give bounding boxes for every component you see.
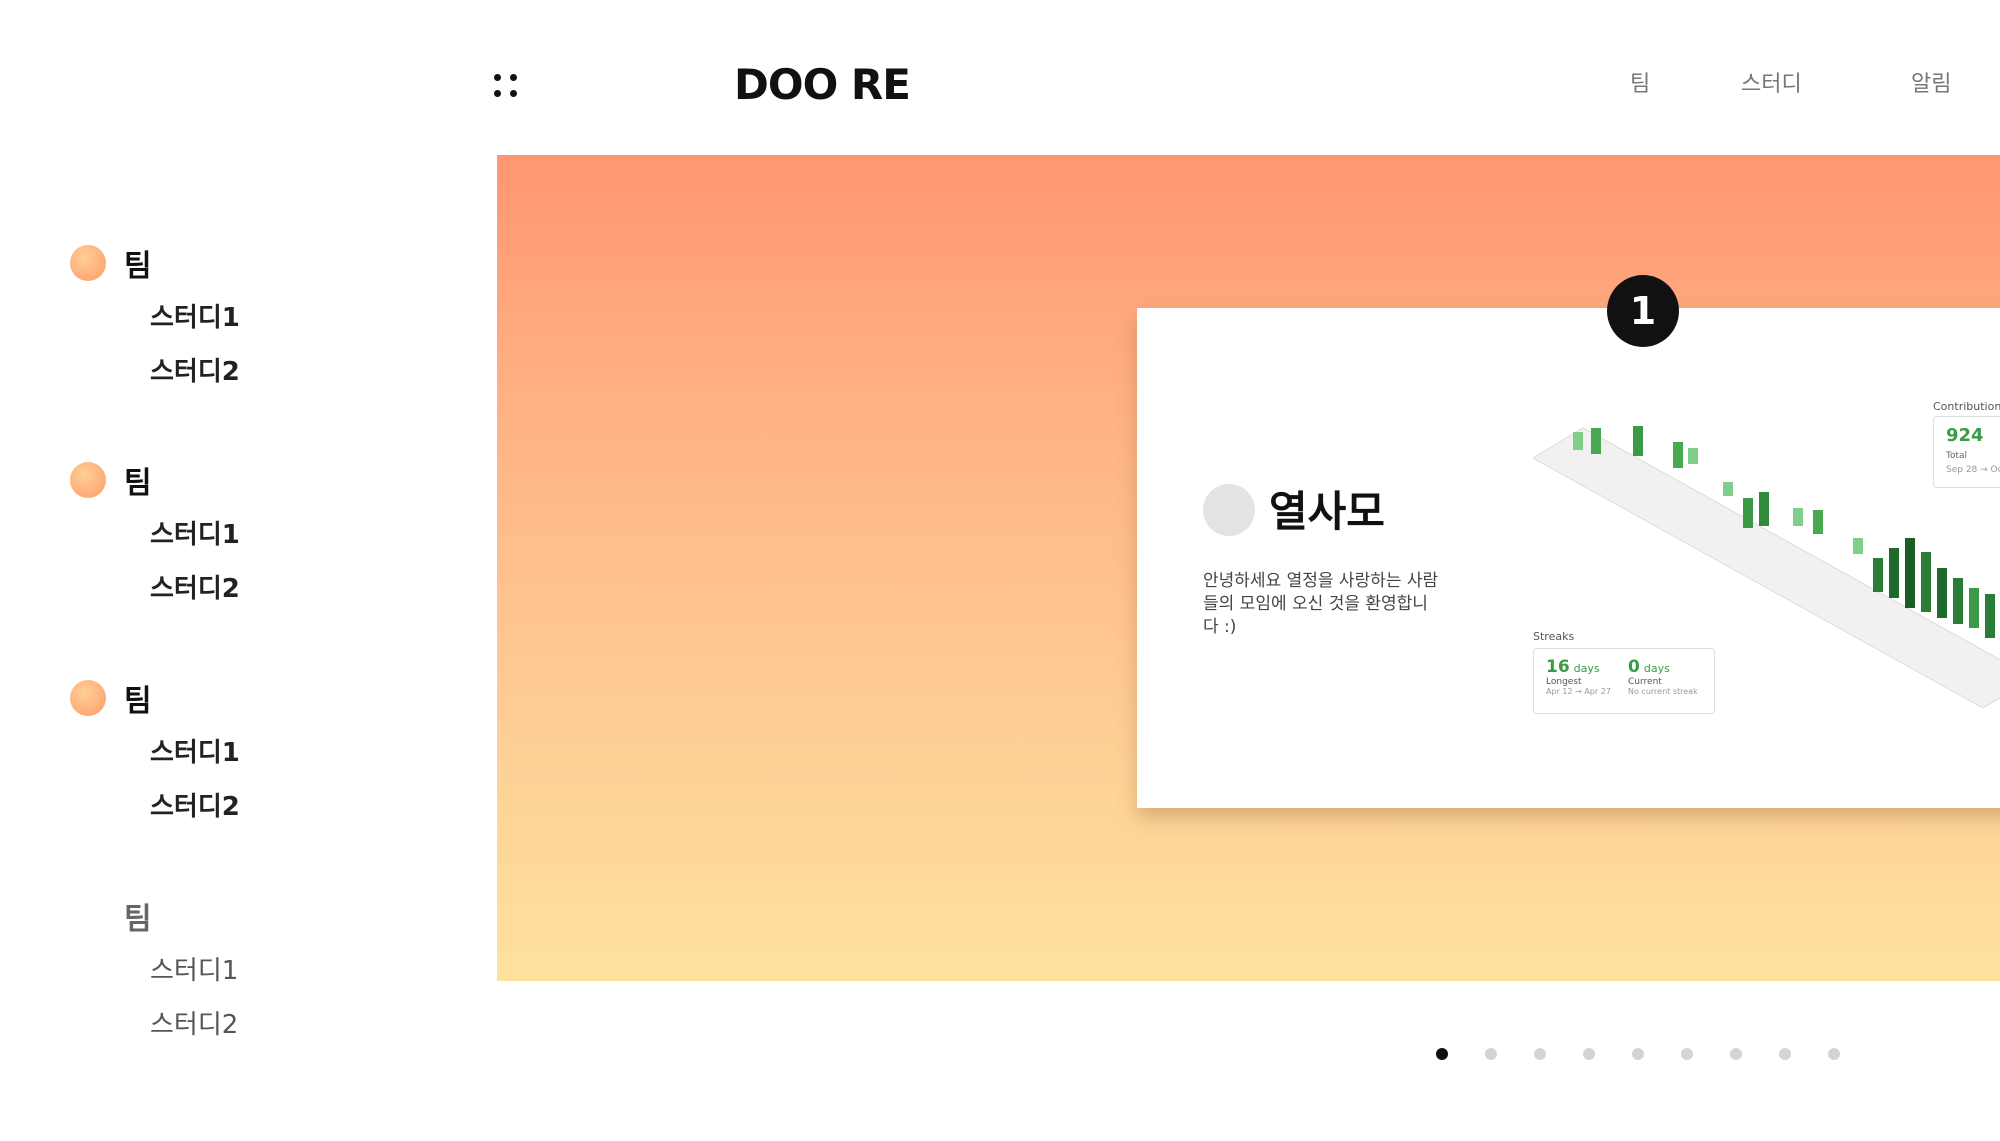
sidebar-team-label: 팀 <box>124 902 152 937</box>
pagination-dot[interactable] <box>1828 1048 1840 1060</box>
sidebar-study-item[interactable]: 스터디2 <box>150 784 240 830</box>
graph-bar <box>1793 508 1803 526</box>
team-card-title: 열사모 <box>1269 487 1385 536</box>
contributions-total-label: Total <box>1946 451 1968 461</box>
graph-bar <box>1905 538 1915 608</box>
graph-bar <box>1591 428 1601 454</box>
pagination-dot[interactable] <box>1779 1048 1791 1060</box>
sidebar-study-item[interactable]: 스터디1 <box>150 512 240 558</box>
graph-bar <box>1889 548 1899 598</box>
graph-bar <box>1813 510 1823 534</box>
pagination-dot[interactable] <box>1436 1048 1448 1060</box>
graph-bar <box>1759 492 1769 526</box>
streak-current-value: 0 <box>1628 657 1640 677</box>
team-avatar <box>1203 484 1255 536</box>
carousel-pagination <box>1436 1048 1840 1060</box>
team-avatar-placeholder <box>70 898 106 934</box>
graph-bar <box>1937 568 1947 618</box>
pagination-dot[interactable] <box>1730 1048 1742 1060</box>
sidebar-study-item[interactable]: 스터디2 <box>150 349 240 395</box>
sidebar-study-item[interactable]: 스터디2 <box>150 566 240 612</box>
sidebar-team-label: 팀 <box>124 466 152 501</box>
graph-bar <box>1953 578 1963 624</box>
sidebar-team[interactable]: 팀 <box>70 458 240 502</box>
contributions-total: 924 <box>1946 425 1984 446</box>
sidebar-study-item[interactable]: 스터디2 <box>150 1002 238 1048</box>
sidebar-team[interactable]: 팀 <box>70 894 238 938</box>
graph-bar <box>1969 588 1979 628</box>
sidebar-team-group: 팀 스터디1 스터디2 <box>70 676 240 830</box>
sidebar-team-group: 팀 스터디1 스터디2 <box>70 241 240 395</box>
streak-current-label: Current <box>1628 677 1662 687</box>
contributions-box: 924 Total Sep 28 → Oc <box>1933 416 2000 488</box>
pagination-dot[interactable] <box>1534 1048 1546 1060</box>
team-avatar <box>70 680 106 716</box>
streak-longest-range: Apr 12 → Apr 27 <box>1546 687 1611 696</box>
contributions-range: Sep 28 → Oc <box>1946 465 2000 475</box>
streak-current: 0 days Current No current streak <box>1628 657 1698 696</box>
pagination-dot[interactable] <box>1681 1048 1693 1060</box>
streaks-box: 16 days Longest Apr 12 → Apr 27 0 days Cur… <box>1533 648 1715 714</box>
graph-bar <box>1873 558 1883 592</box>
nav-team[interactable]: 팀 <box>1630 66 1650 98</box>
nav-notification[interactable]: 알림 <box>1911 66 1951 98</box>
streak-current-unit: days <box>1643 662 1670 675</box>
streak-longest-unit: days <box>1573 662 1600 675</box>
sidebar-team-label: 팀 <box>124 684 152 719</box>
logo[interactable]: DOO RE <box>734 60 911 109</box>
streaks-label: Streaks <box>1533 630 1575 643</box>
graph-bar <box>1723 482 1733 496</box>
pagination-dot[interactable] <box>1485 1048 1497 1060</box>
nav-study[interactable]: 스터디 <box>1741 66 1802 98</box>
graph-bar <box>1688 448 1698 464</box>
contributions-label: Contributions <box>1933 400 2000 413</box>
sidebar-team[interactable]: 팀 <box>70 241 240 285</box>
streak-current-range: No current streak <box>1628 687 1698 696</box>
graph-bar <box>1633 426 1643 456</box>
sidebar-team-label: 팀 <box>124 249 152 284</box>
team-card-description: 안녕하세요 열정을 사랑하는 사람들의 모임에 오신 것을 환영합니다 :) <box>1203 571 1439 637</box>
sidebar-team[interactable]: 팀 <box>70 676 240 720</box>
sidebar-study-item[interactable]: 스터디1 <box>150 295 240 341</box>
team-avatar <box>70 462 106 498</box>
slide-number-badge: 1 <box>1607 275 1679 347</box>
streak-longest: 16 days Longest Apr 12 → Apr 27 <box>1546 657 1611 696</box>
team-avatar <box>70 245 106 281</box>
graph-bar <box>1853 538 1863 554</box>
pagination-dot[interactable] <box>1632 1048 1644 1060</box>
menu-grid-icon[interactable] <box>494 74 524 104</box>
sidebar-study-item[interactable]: 스터디1 <box>150 948 238 994</box>
team-card[interactable]: 열사모 안녕하세요 열정을 사랑하는 사람들의 모임에 오신 것을 환영합니다 … <box>1137 308 2000 808</box>
sidebar-study-item[interactable]: 스터디1 <box>150 730 240 776</box>
streak-longest-label: Longest <box>1546 677 1582 687</box>
graph-bar <box>1573 432 1583 450</box>
hero-banner: 열사모 안녕하세요 열정을 사랑하는 사람들의 모임에 오신 것을 환영합니다 … <box>497 155 2000 981</box>
sidebar-team-group: 팀 스터디1 스터디2 <box>70 894 238 1048</box>
streak-longest-value: 16 <box>1546 657 1570 677</box>
sidebar-team-group: 팀 스터디1 스터디2 <box>70 458 240 612</box>
graph-bar <box>1673 442 1683 468</box>
pagination-dot[interactable] <box>1583 1048 1595 1060</box>
graph-bar <box>1921 552 1931 612</box>
graph-bar <box>1985 594 1995 638</box>
graph-bar <box>1743 498 1753 528</box>
